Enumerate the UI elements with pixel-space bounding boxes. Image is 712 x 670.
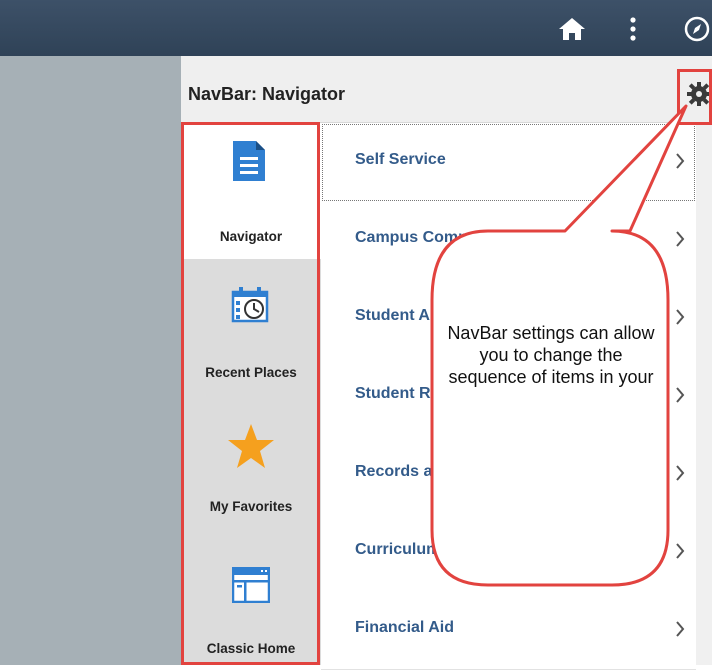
chevron-right-icon: [675, 620, 685, 643]
panel-title: NavBar: Navigator: [188, 84, 346, 104]
chevron-right-icon: [675, 152, 685, 175]
nav-item-label: Curriculum Management: [355, 541, 543, 558]
callout-text: NavBar settings can allow you to change …: [447, 323, 655, 387]
chevron-right-icon: [675, 464, 685, 487]
settings-highlight-box: [677, 69, 712, 125]
home-icon[interactable]: [558, 16, 586, 47]
nav-item-records-enrollment[interactable]: Records and Enrollment: [321, 435, 696, 514]
page-background: [0, 56, 181, 665]
chevron-right-icon: [675, 542, 685, 565]
nav-item-label: Financial Aid: [355, 619, 454, 636]
nav-item-financial-aid[interactable]: Financial Aid: [321, 591, 696, 670]
nav-item-self-service[interactable]: Self Service: [321, 123, 696, 202]
top-bar: [0, 0, 712, 56]
more-options-icon[interactable]: [628, 16, 638, 47]
scrollbar[interactable]: [696, 123, 712, 665]
nav-item-campus-community[interactable]: Campus Community: [321, 201, 696, 280]
chevron-right-icon: [675, 386, 685, 409]
navbar-compass-icon[interactable]: [682, 15, 712, 48]
panel-header: NavBar: Navigator: [181, 56, 712, 123]
nav-item-label: Records and Enrollment: [355, 463, 540, 480]
nav-item-curriculum-management[interactable]: Curriculum Management: [321, 513, 696, 592]
chevron-right-icon: [675, 308, 685, 331]
nav-item-label: Campus Community: [355, 229, 511, 246]
nav-item-label: Self Service: [355, 151, 446, 168]
chevron-right-icon: [675, 230, 685, 253]
sidebar-highlight-box: [181, 122, 320, 665]
